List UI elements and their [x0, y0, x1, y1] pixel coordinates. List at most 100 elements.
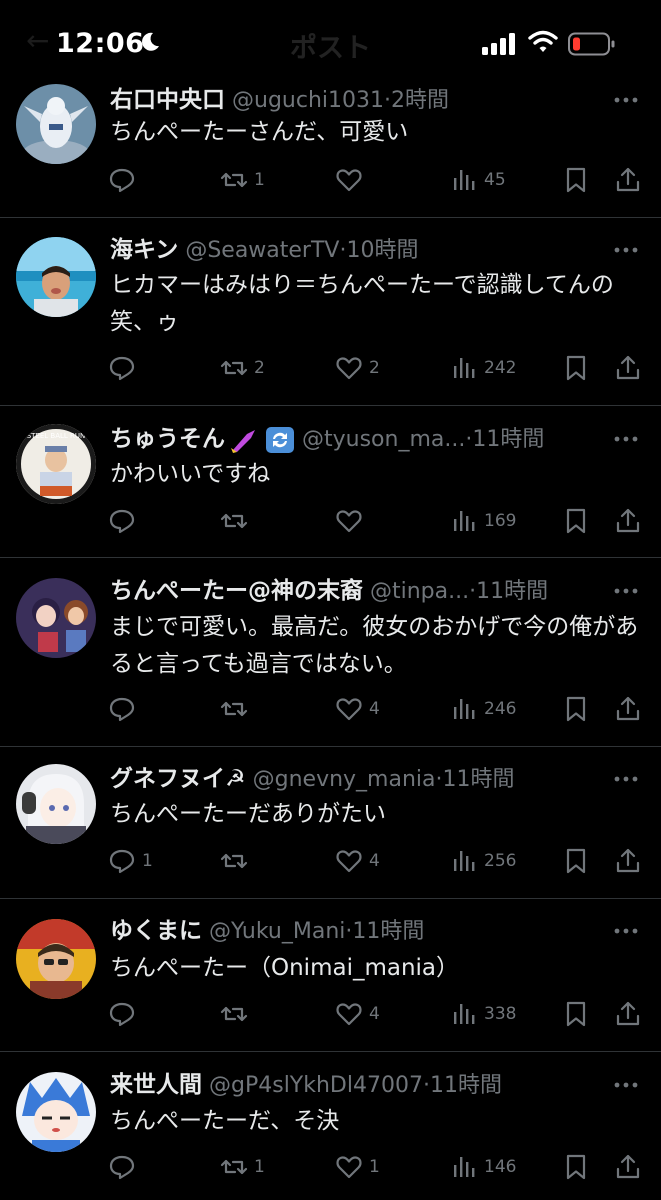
- timestamp[interactable]: 11時間: [352, 919, 424, 944]
- handle[interactable]: @SeawaterTV: [185, 238, 339, 263]
- like-button[interactable]: 4: [335, 997, 380, 1031]
- timestamp[interactable]: 11時間: [430, 1073, 502, 1098]
- separator-dot: ·: [435, 767, 443, 792]
- tweet-item[interactable]: 海キン @SeawaterTV·10時間 ヒカマーはみはり＝ちんぺーたーで認識し…: [0, 218, 661, 406]
- more-options-icon[interactable]: [613, 587, 639, 595]
- share-button[interactable]: [614, 504, 642, 538]
- views-button[interactable]: 146: [450, 1150, 516, 1184]
- timestamp[interactable]: 10時間: [346, 238, 418, 263]
- display-name[interactable]: 右口中央口: [110, 87, 225, 113]
- bookmark-button[interactable]: [562, 504, 590, 538]
- bookmark-button[interactable]: [562, 997, 590, 1031]
- action-bar: 1 4 256: [0, 844, 661, 878]
- reply-button[interactable]: [108, 163, 142, 197]
- more-options-icon[interactable]: [613, 96, 639, 104]
- handle[interactable]: @Yuku_Mani: [209, 919, 345, 944]
- more-options-icon[interactable]: [613, 927, 639, 935]
- bookmark-button[interactable]: [562, 692, 590, 726]
- display-name[interactable]: ゆくまに: [110, 918, 202, 944]
- do-not-disturb-moon-icon: [142, 32, 159, 51]
- like-button[interactable]: 2: [335, 351, 380, 385]
- more-options-icon[interactable]: [613, 435, 639, 443]
- reply-button[interactable]: [108, 504, 142, 538]
- back-arrow-icon[interactable]: ←: [26, 24, 49, 57]
- like-button[interactable]: 4: [335, 692, 380, 726]
- views-button[interactable]: 45: [450, 163, 506, 197]
- repost-button[interactable]: 2: [220, 351, 265, 385]
- orange-man-avatar[interactable]: [16, 919, 96, 999]
- views-button[interactable]: 246: [450, 692, 516, 726]
- share-button[interactable]: [614, 692, 642, 726]
- handle[interactable]: @uguchi1031: [232, 88, 384, 113]
- handle[interactable]: @tyuson_ma...: [302, 427, 465, 452]
- repost-button[interactable]: 1: [220, 1150, 265, 1184]
- display-name[interactable]: グネフヌイ☭: [110, 766, 246, 792]
- timestamp[interactable]: 11時間: [443, 767, 515, 792]
- share-button[interactable]: [614, 997, 642, 1031]
- like-count: 4: [369, 699, 380, 719]
- like-button[interactable]: 1: [335, 1150, 380, 1184]
- display-name[interactable]: 海キン: [110, 237, 178, 263]
- like-button[interactable]: [335, 504, 369, 538]
- more-options-icon[interactable]: [613, 775, 639, 783]
- bookmark-button[interactable]: [562, 844, 590, 878]
- share-button[interactable]: [614, 1150, 642, 1184]
- repost-button[interactable]: [220, 997, 254, 1031]
- heart-icon: [336, 850, 362, 873]
- timestamp[interactable]: 11時間: [476, 579, 548, 604]
- tweet-item[interactable]: ゆくまに @Yuku_Mani·11時間 ちんぺーたー（Onimai_mania…: [0, 899, 661, 1052]
- tweet-item[interactable]: 来世人間 @gP4slYkhDl47007·11時間 ちんぺーたーだ、そ決 1 …: [0, 1052, 661, 1200]
- views-button[interactable]: 256: [450, 844, 516, 878]
- tweet-text: ちんぺーたー（Onimai_mania）: [110, 955, 460, 981]
- bookmark-button[interactable]: [562, 1150, 590, 1184]
- like-button[interactable]: [335, 163, 369, 197]
- repost-button[interactable]: [220, 692, 254, 726]
- like-button[interactable]: 4: [335, 844, 380, 878]
- share-button[interactable]: [614, 844, 642, 878]
- bookmark-button[interactable]: [562, 351, 590, 385]
- steel-ball-run-avatar[interactable]: STEEL BALL RUN: [16, 424, 96, 504]
- repost-button[interactable]: 1: [220, 163, 265, 197]
- reply-button[interactable]: [108, 692, 142, 726]
- display-name[interactable]: ちゅうそん: [110, 426, 225, 452]
- display-name[interactable]: ちんぺーたー@神の末裔: [110, 578, 363, 604]
- status-time: 12:06: [56, 28, 145, 59]
- bookmark-button[interactable]: [562, 163, 590, 197]
- share-button[interactable]: [614, 351, 642, 385]
- tweet-item[interactable]: ちんぺーたー@神の末裔 @tinpa...·11時間 まじで可愛い。最高だ。彼女…: [0, 558, 661, 747]
- reply-icon: [109, 509, 135, 534]
- tweet-header: 右口中央口 @uguchi1031·2時間: [110, 84, 449, 116]
- views-button[interactable]: 242: [450, 351, 516, 385]
- display-name[interactable]: 来世人間: [110, 1072, 202, 1098]
- anime-headphones-avatar[interactable]: [16, 764, 96, 844]
- tweet-item[interactable]: STEEL BALL RUN ちゅうそん @tyuson_ma...·11時間 …: [0, 406, 661, 558]
- views-button[interactable]: 338: [450, 997, 516, 1031]
- more-options-icon[interactable]: [613, 246, 639, 254]
- reply-button[interactable]: [108, 997, 142, 1031]
- reply-button[interactable]: [108, 351, 142, 385]
- views-button[interactable]: 169: [450, 504, 516, 538]
- views-chart-icon: [454, 1157, 475, 1177]
- lugia-figure-avatar[interactable]: [16, 84, 96, 164]
- share-button[interactable]: [614, 163, 642, 197]
- heart-icon: [336, 698, 362, 721]
- handle[interactable]: @tinpa...: [370, 579, 469, 604]
- timestamp[interactable]: 2時間: [391, 88, 449, 113]
- more-options-icon[interactable]: [613, 1081, 639, 1089]
- anime-group-avatar[interactable]: [16, 578, 96, 658]
- handle[interactable]: @gP4slYkhDl47007: [209, 1073, 423, 1098]
- tweet-item[interactable]: グネフヌイ☭ @gnevny_mania·11時間 ちんぺーたーだありがたい 1…: [0, 747, 661, 899]
- views-chart-icon: [454, 1004, 475, 1024]
- tweet-item[interactable]: 右口中央口 @uguchi1031·2時間 ちんぺーたーさんだ、可愛い 1 45: [0, 84, 661, 218]
- like-count: 1: [369, 1157, 380, 1177]
- repost-button[interactable]: [220, 844, 254, 878]
- reply-button[interactable]: [108, 1150, 142, 1184]
- blue-hair-anime-avatar[interactable]: [16, 1072, 96, 1152]
- handle[interactable]: @gnevny_mania: [253, 767, 436, 792]
- repost-button[interactable]: [220, 504, 254, 538]
- timestamp[interactable]: 11時間: [472, 427, 544, 452]
- reply-button[interactable]: 1: [108, 844, 153, 878]
- beach-man-avatar[interactable]: [16, 237, 96, 317]
- repost-icon: [220, 853, 248, 869]
- action-bar: 1 45: [0, 163, 661, 197]
